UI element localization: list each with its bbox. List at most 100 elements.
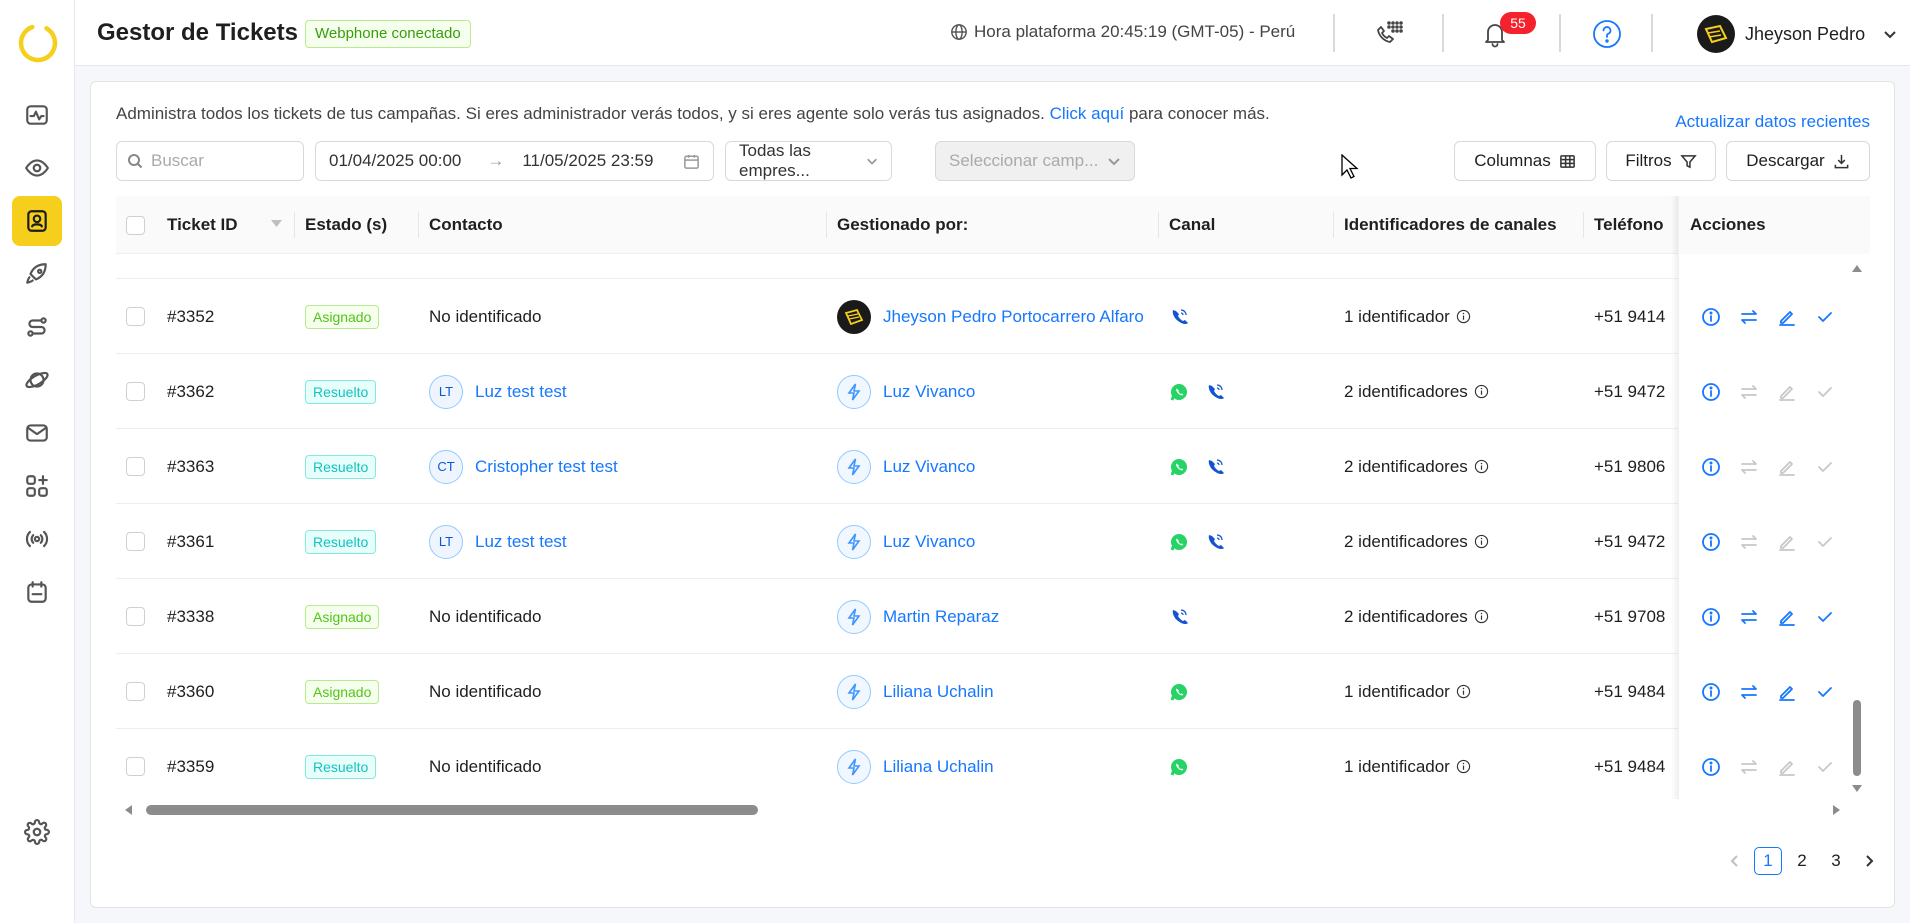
info-icon[interactable]: [1701, 457, 1721, 477]
col-canal[interactable]: Canal: [1169, 196, 1215, 254]
sidebar-item-activity[interactable]: [12, 90, 62, 140]
row-select-cell[interactable]: [126, 579, 145, 654]
row-checkbox[interactable]: [126, 382, 145, 401]
info-icon[interactable]: [1701, 382, 1721, 402]
edit-icon[interactable]: [1777, 307, 1797, 327]
select-all-cell[interactable]: [126, 196, 145, 254]
row-select-cell[interactable]: [126, 504, 145, 579]
contact-link[interactable]: Luz test test: [475, 382, 567, 402]
contact-link[interactable]: Cristopher test test: [475, 457, 618, 477]
date-start[interactable]: 01/04/2025 00:00: [329, 151, 461, 171]
sidebar-item-mail[interactable]: [12, 408, 62, 458]
agent-link[interactable]: Liliana Uchalin: [883, 682, 994, 702]
page-1-button[interactable]: 1: [1754, 847, 1782, 875]
learn-more-link[interactable]: Click aquí: [1050, 104, 1125, 123]
table-row[interactable]: #3359 Resuelto No identificado Liliana Ucha…: [116, 729, 1870, 799]
table-row[interactable]: #3361 Resuelto LT Luz test test Luz Vivanco 2…: [116, 504, 1870, 579]
row-checkbox[interactable]: [126, 307, 145, 326]
page-2-button[interactable]: 2: [1788, 847, 1816, 875]
sidebar-item-contact-card[interactable]: [12, 196, 62, 246]
check-icon[interactable]: [1815, 757, 1835, 777]
row-checkbox[interactable]: [126, 607, 145, 626]
edit-icon[interactable]: [1777, 607, 1797, 627]
prev-page-button[interactable]: [1722, 847, 1748, 875]
sidebar-item-planet[interactable]: [12, 355, 62, 405]
campaign-select[interactable]: Seleccionar camp...: [935, 141, 1135, 181]
edit-icon[interactable]: [1777, 382, 1797, 402]
page-3-button[interactable]: 3: [1822, 847, 1850, 875]
row-select-cell[interactable]: [126, 354, 145, 429]
row-checkbox[interactable]: [126, 457, 145, 476]
info-icon[interactable]: [1701, 682, 1721, 702]
col-gestionado[interactable]: Gestionado por:: [837, 196, 968, 254]
columns-button[interactable]: Columnas: [1454, 141, 1596, 181]
brand-logo-icon[interactable]: [17, 22, 59, 64]
refresh-data-link[interactable]: Actualizar datos recientes: [1675, 112, 1870, 132]
vertical-scrollbar[interactable]: [1850, 254, 1864, 799]
help-button[interactable]: [1589, 16, 1625, 52]
row-select-cell[interactable]: [126, 429, 145, 504]
agent-link[interactable]: Jheyson Pedro Portocarrero Alfaro: [883, 307, 1144, 327]
edit-icon[interactable]: [1777, 757, 1797, 777]
info-circle-icon[interactable]: [1474, 384, 1489, 399]
row-checkbox[interactable]: [126, 682, 145, 701]
sort-down-icon[interactable]: [271, 220, 282, 228]
col-identificadores[interactable]: Identificadores de canales: [1344, 196, 1557, 254]
transfer-icon[interactable]: [1739, 307, 1759, 327]
info-circle-icon[interactable]: [1456, 684, 1471, 699]
transfer-icon[interactable]: [1739, 382, 1759, 402]
sidebar-item-broadcast[interactable]: [12, 514, 62, 564]
row-checkbox[interactable]: [126, 757, 145, 776]
horizontal-scrollbar[interactable]: [116, 799, 1870, 819]
check-icon[interactable]: [1815, 382, 1835, 402]
agent-link[interactable]: Luz Vivanco: [883, 457, 975, 477]
search-input[interactable]: [151, 151, 291, 171]
row-checkbox[interactable]: [126, 532, 145, 551]
transfer-icon[interactable]: [1739, 607, 1759, 627]
table-row[interactable]: #3363 Resuelto CT Cristopher test test Luz V…: [116, 429, 1870, 504]
download-button[interactable]: Descargar: [1726, 141, 1870, 181]
user-menu[interactable]: Jheyson Pedro: [1697, 15, 1897, 53]
filters-button[interactable]: Filtros: [1606, 141, 1716, 181]
col-telefono[interactable]: Teléfono: [1594, 196, 1678, 254]
row-select-cell[interactable]: [126, 654, 145, 729]
col-ticket-id[interactable]: Ticket ID: [167, 196, 238, 254]
agent-link[interactable]: Martin Reparaz: [883, 607, 999, 627]
sidebar-item-calendar[interactable]: [12, 567, 62, 617]
search-box[interactable]: [116, 141, 304, 181]
scroll-right-icon[interactable]: [1832, 804, 1841, 816]
dialpad-phone-button[interactable]: [1370, 16, 1406, 52]
edit-icon[interactable]: [1777, 682, 1797, 702]
transfer-icon[interactable]: [1739, 532, 1759, 552]
edit-icon[interactable]: [1777, 457, 1797, 477]
scroll-down-icon[interactable]: [1851, 784, 1863, 793]
horizontal-scroll-thumb[interactable]: [146, 805, 758, 815]
settings-button[interactable]: [12, 807, 62, 857]
date-end[interactable]: 11/05/2025 23:59: [522, 151, 653, 171]
check-icon[interactable]: [1815, 457, 1835, 477]
info-icon[interactable]: [1701, 307, 1721, 327]
transfer-icon[interactable]: [1739, 457, 1759, 477]
agent-link[interactable]: Luz Vivanco: [883, 532, 975, 552]
check-icon[interactable]: [1815, 682, 1835, 702]
transfer-icon[interactable]: [1739, 682, 1759, 702]
col-estado[interactable]: Estado (s): [305, 196, 387, 254]
edit-icon[interactable]: [1777, 532, 1797, 552]
info-circle-icon[interactable]: [1474, 534, 1489, 549]
col-contacto[interactable]: Contacto: [429, 196, 503, 254]
next-page-button[interactable]: [1856, 847, 1882, 875]
info-circle-icon[interactable]: [1456, 309, 1471, 324]
table-row[interactable]: #3352 Asignado No identificado Jheyson Pedr…: [116, 279, 1870, 354]
info-icon[interactable]: [1701, 607, 1721, 627]
table-row[interactable]: #3360 Asignado No identificado Liliana Ucha…: [116, 654, 1870, 729]
info-icon[interactable]: [1701, 532, 1721, 552]
select-all-checkbox[interactable]: [126, 216, 145, 236]
company-select[interactable]: Todas las empres...: [725, 141, 892, 181]
vertical-scroll-thumb[interactable]: [1853, 700, 1861, 776]
sidebar-item-rocket[interactable]: [12, 249, 62, 299]
row-select-cell[interactable]: [126, 729, 145, 799]
scroll-up-icon[interactable]: [1851, 264, 1863, 273]
check-icon[interactable]: [1815, 307, 1835, 327]
contact-link[interactable]: Luz test test: [475, 532, 567, 552]
sidebar-item-route[interactable]: [12, 302, 62, 352]
